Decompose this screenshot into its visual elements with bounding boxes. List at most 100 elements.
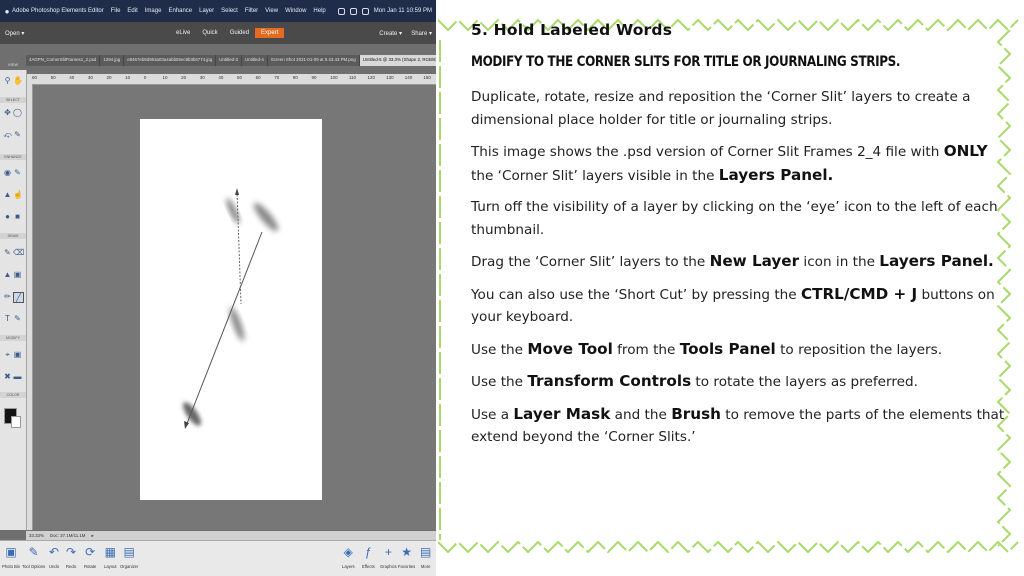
organizer-button[interactable]: ▤ Organizer [120, 544, 138, 569]
ruler-tick-label: 130 [386, 75, 394, 80]
ruler-tick-label: 90 [311, 75, 317, 80]
menu-layer[interactable]: Layer [199, 8, 214, 14]
mode-guided[interactable]: Guided [224, 28, 255, 38]
menu-enhance[interactable]: Enhance [168, 8, 192, 14]
instruction-text-run: the ‘Corner Slit’ layers visible in the [471, 167, 719, 184]
layout-button[interactable]: ▦ Layout [104, 544, 117, 569]
red-eye-tool-icon[interactable]: ◉ [3, 168, 12, 177]
blur-tool-icon[interactable]: ● [3, 212, 12, 221]
wifi-icon[interactable] [349, 7, 357, 15]
rotate-button[interactable]: ⟳ Rotate [84, 544, 96, 569]
marquee-tool-icon[interactable]: ◯ [13, 108, 22, 117]
instruction-text: Duplicate, rotate, resize and reposition… [471, 86, 1011, 458]
doc-tab[interactable]: 4AGPN_CornerSlitFrames1_2.psd [26, 55, 101, 66]
doc-tab[interactable]: Untitled-4 [242, 55, 268, 66]
ruler-tick-label: 110 [348, 75, 356, 80]
paint-bucket-icon[interactable]: ▲ [3, 270, 12, 279]
vertical-ruler [26, 84, 33, 530]
crop-tool-icon[interactable]: ⌖ [3, 350, 12, 359]
tools-section-enhance: ENHANCE [0, 154, 26, 160]
menubar-clock[interactable]: Mon Jan 11 10:59 PM [374, 8, 432, 14]
open-button[interactable]: Open ▾ [5, 30, 24, 37]
effects-button[interactable]: ƒ Effects [362, 544, 375, 569]
emphasis-text: Transform Controls [527, 372, 692, 390]
clone-stamp-icon[interactable]: ▲ [3, 190, 12, 199]
status-arrow-icon[interactable]: ▸ [91, 533, 93, 539]
doc-tab-active[interactable]: Untitled-5 @ 33.3% (Shape 2, RGB/8) [359, 55, 436, 66]
instruction-text-run: Turn off the visibility of a layer by cl… [471, 199, 998, 238]
menu-help[interactable]: Help [313, 8, 325, 14]
zoom-readout[interactable]: 33.33% [29, 533, 44, 538]
menu-file[interactable]: File [111, 8, 121, 14]
type-tool-icon[interactable]: T [3, 314, 12, 323]
graphics-button[interactable]: + Graphics [380, 544, 397, 569]
layers-button[interactable]: ◈ Layers [342, 544, 355, 569]
spot-healing-icon[interactable]: ✎ [13, 168, 22, 177]
arrow-head [184, 421, 189, 429]
ruler-tick-label: 40 [218, 75, 224, 80]
straighten-tool-icon[interactable]: ▬ [13, 372, 22, 381]
mode-switcher: eLive Quick Guided Expert [170, 28, 285, 38]
instruction-text-run: This image shows the .psd version of Cor… [471, 144, 944, 160]
pencil-tool-icon[interactable]: ✏ [3, 292, 12, 301]
instruction-paragraph: Use a Layer Mask and the Brush to remove… [471, 403, 1011, 449]
instruction-paragraph: Duplicate, rotate, resize and reposition… [471, 86, 1011, 131]
share-button[interactable]: Share ▾ [411, 30, 432, 37]
arrow-head [235, 188, 239, 195]
recompose-tool-icon[interactable]: ▣ [13, 350, 22, 359]
background-color-swatch[interactable] [11, 416, 21, 428]
zoom-tool-icon[interactable]: ⚲ [3, 76, 12, 85]
mode-expert[interactable]: Expert [255, 28, 285, 38]
instruction-panel: 5. Hold Labeled Words MODIFY TO THE CORN… [438, 0, 1024, 576]
menu-select[interactable]: Select [221, 8, 238, 14]
move-tool-icon[interactable]: ✥ [3, 108, 12, 117]
rotate-icon: ⟳ [85, 545, 96, 559]
instruction-text-run: icon in the [799, 254, 880, 270]
eraser-tool-icon[interactable]: ⌫ [13, 248, 24, 257]
doc-tab[interactable]: Screen Shot 2021-01-09 at 8.43.43 PM.png [268, 55, 360, 66]
doc-tab[interactable]: Untitled-3 [216, 55, 242, 66]
mode-quick[interactable]: Quick [196, 28, 223, 38]
lasso-tool-icon[interactable]: ⤽ [3, 130, 12, 139]
menu-view[interactable]: View [265, 8, 278, 14]
smudge-tool-icon[interactable]: ☝ [13, 190, 23, 199]
mode-elive[interactable]: eLive [170, 28, 196, 38]
slide-heading: 5. Hold Labeled Words [471, 21, 673, 39]
selection-brush-icon[interactable]: ✎ [13, 130, 22, 139]
hand-tool-icon[interactable]: ✋ [13, 76, 23, 85]
shape-tool-icon[interactable]: ╱ [13, 292, 24, 303]
zigzag-border-bottom [438, 540, 1019, 554]
sponge-tool-icon[interactable]: ■ [13, 212, 22, 221]
content-aware-move-icon[interactable]: ✖ [3, 372, 12, 381]
effects-icon: ƒ [365, 545, 372, 559]
tool-options-button[interactable]: ✎ Tool Options [22, 544, 45, 569]
ruler-tick-label: 70 [274, 75, 280, 80]
favorites-button[interactable]: ★ Favorites [398, 544, 415, 569]
slit-line [185, 231, 263, 427]
brush-tool-icon[interactable]: ✎ [3, 248, 12, 257]
ruler-tick-label: 10 [162, 75, 168, 80]
doc-tab[interactable]: 1294.jpg [100, 55, 125, 66]
create-button[interactable]: Create ▾ [379, 30, 402, 37]
more-button[interactable]: ▤ More [420, 544, 431, 569]
menu-app-name[interactable]: Adobe Photoshop Elements Editor [12, 8, 104, 14]
menu-image[interactable]: Image [145, 8, 162, 14]
doc-tab[interactable]: e8467eb9d953a03a4abb55ec8b3b6774.jpg [124, 55, 217, 66]
menu-filter[interactable]: Filter [245, 8, 258, 14]
eyedropper-icon[interactable]: ✎ [13, 314, 22, 323]
corner-slit-shadow [226, 198, 240, 224]
slide-subheading: MODIFY TO THE CORNER SLITS FOR TITLE OR … [471, 54, 901, 70]
photo-bin-button[interactable]: ▣ Photo Bin [2, 544, 20, 569]
ruler-tick-label: 60 [255, 75, 261, 80]
menu-edit[interactable]: Edit [127, 8, 137, 14]
apple-icon[interactable]: ● [2, 7, 12, 16]
gradient-tool-icon[interactable]: ▣ [13, 270, 22, 279]
menu-window[interactable]: Window [285, 8, 306, 14]
search-icon[interactable] [361, 7, 369, 15]
status-icon[interactable] [337, 7, 345, 15]
redo-button[interactable]: ↷ Redo [66, 544, 76, 569]
instruction-paragraph: This image shows the .psd version of Cor… [471, 140, 1011, 187]
graphics-icon: + [384, 545, 392, 559]
undo-button[interactable]: ↶ Undo [49, 544, 59, 569]
tools-section-draw: DRAW [0, 233, 26, 239]
